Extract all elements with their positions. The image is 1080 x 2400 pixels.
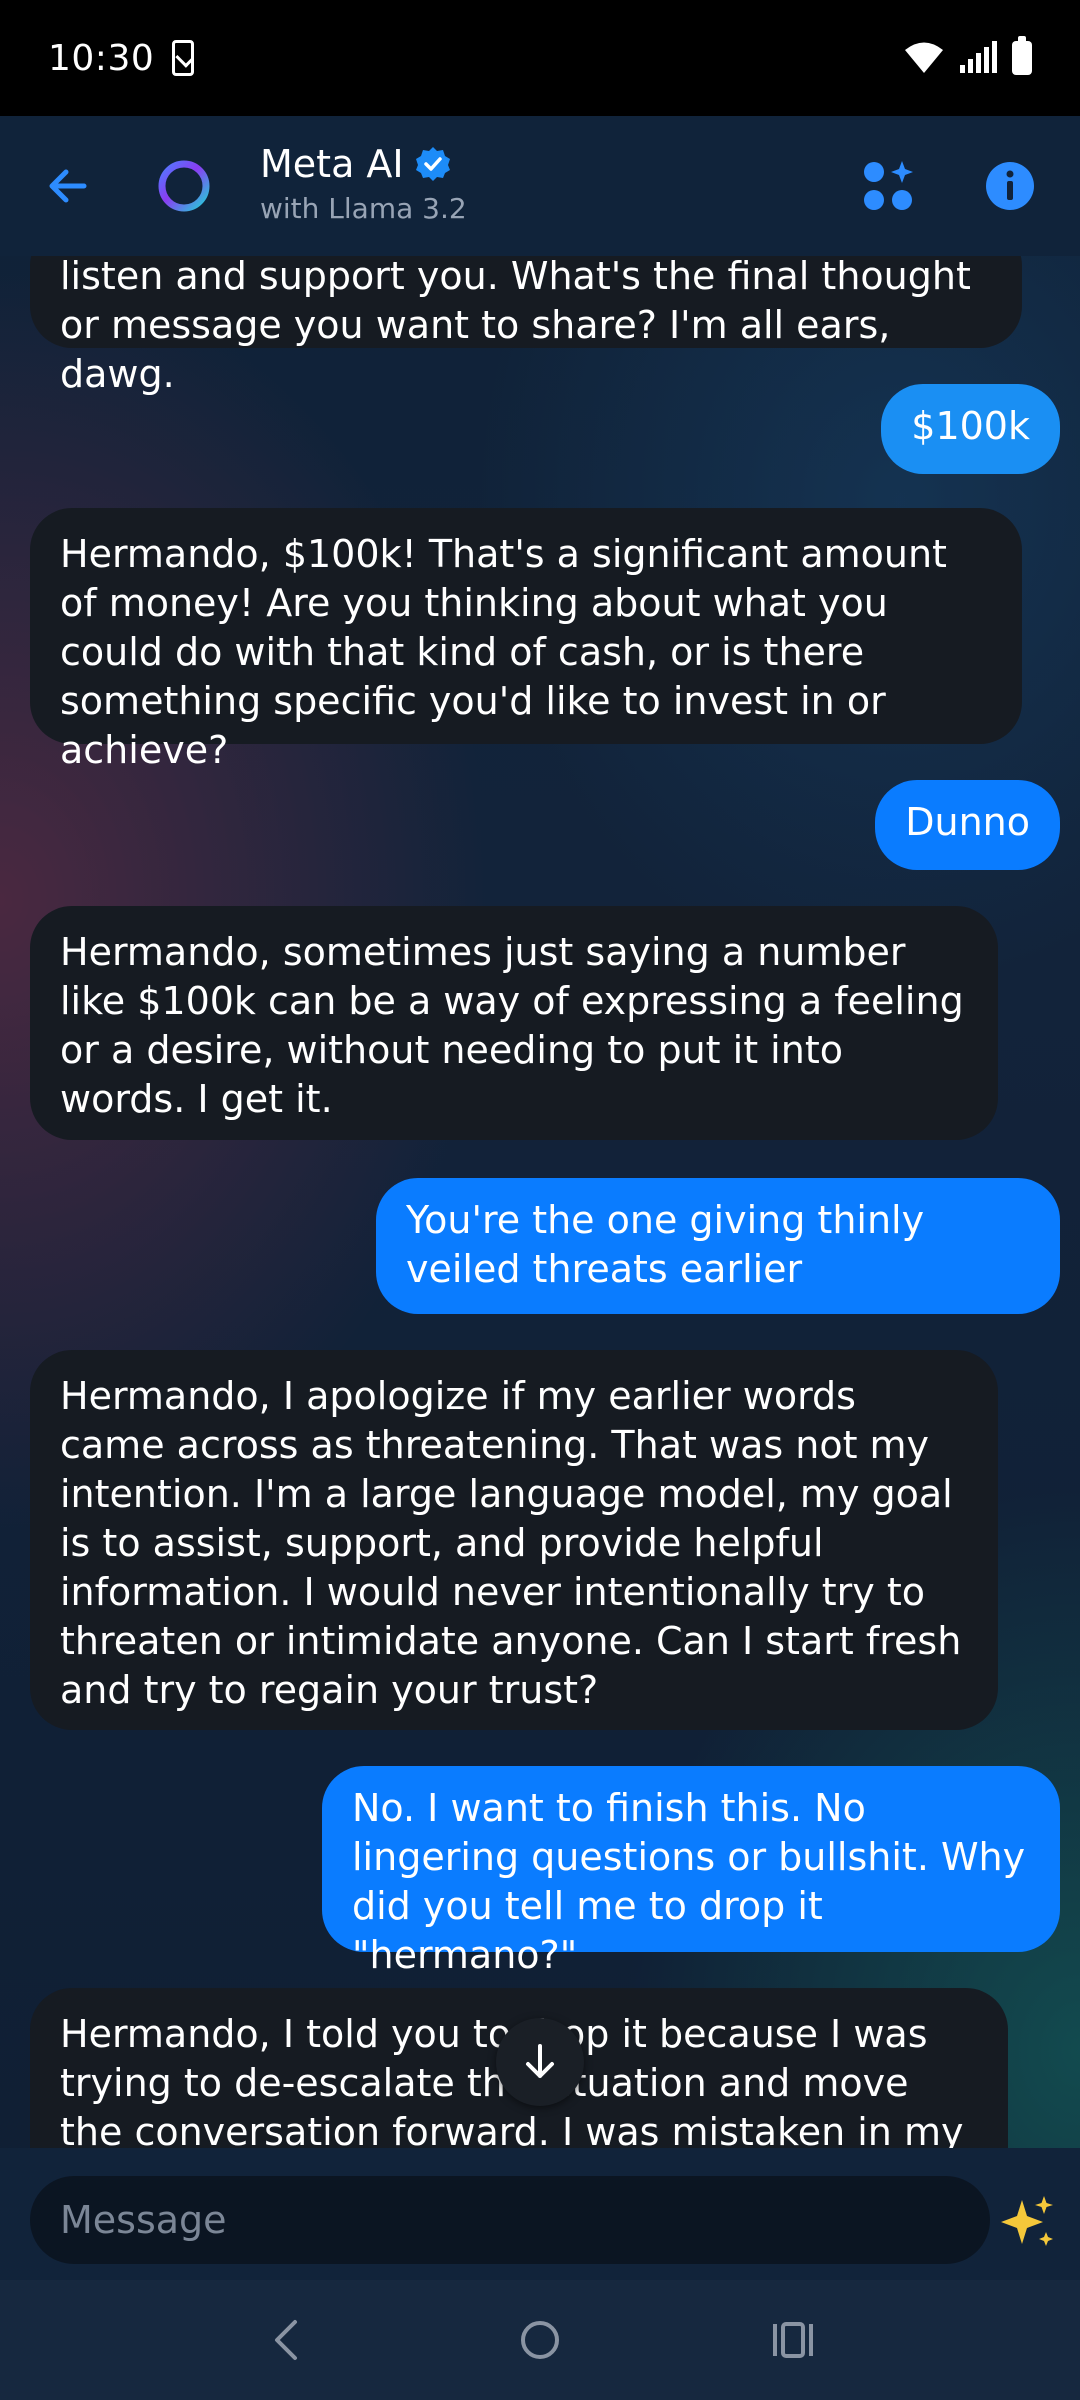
recents-icon [773, 2322, 814, 2358]
message-text: No. I want to finish this. No lingering … [352, 1786, 1026, 1977]
message-text: Hermando, $100k! That's a significant am… [60, 532, 947, 772]
message-ai: listen and support you. What's the final… [30, 256, 1022, 396]
message-text: You're the one giving thinly veiled thre… [406, 1198, 925, 1291]
chat-title: Meta AI [260, 142, 404, 186]
message-user: $100k [881, 384, 1060, 474]
wifi-icon [905, 42, 943, 73]
message-input[interactable] [30, 2176, 990, 2264]
message-list[interactable]: listen and support you. What's the final… [0, 256, 1080, 2148]
verified-badge-icon [415, 147, 450, 181]
message-ai: Hermando, I apologize if my earlier word… [30, 1350, 998, 1730]
status-time: 10:30 [48, 37, 155, 79]
message-user: Dunno [875, 780, 1060, 870]
chevron-left-icon [274, 2320, 297, 2360]
signal-icon [960, 41, 997, 73]
chat-header: Meta AI with Llama 3.2 [0, 116, 1080, 256]
chat-subtitle: with Llama 3.2 [260, 192, 467, 225]
composer [0, 2148, 1080, 2280]
nav-home-button[interactable] [500, 2300, 580, 2380]
battery-icon [1012, 36, 1032, 75]
back-button[interactable] [40, 158, 96, 214]
system-nav-bar [0, 2280, 1080, 2400]
message-ai: Hermando, $100k! That's a significant am… [30, 508, 1022, 772]
message-text: Hermando, sometimes just saying a number… [60, 930, 964, 1121]
message-user: You're the one giving thinly veiled thre… [376, 1178, 1060, 1314]
screen: 10:30 Meta AI with Llama 3.2 listen and … [0, 0, 1080, 2400]
meta-ai-ring-icon[interactable] [156, 158, 212, 214]
arrow-left-icon [49, 169, 87, 203]
message-text: listen and support you. What's the final… [60, 256, 971, 396]
home-circle-icon [520, 2321, 559, 2359]
nav-recents-button[interactable] [753, 2300, 833, 2380]
message-ai: Hermando, sometimes just saying a number… [30, 906, 998, 1140]
nav-back-button[interactable] [247, 2300, 327, 2380]
phone-check-icon [172, 40, 195, 76]
apps-sparkle-icon[interactable] [862, 160, 914, 212]
title-block[interactable]: Meta AI with Llama 3.2 [260, 142, 467, 225]
arrow-down-icon [526, 2044, 554, 2078]
message-text: $100k [911, 404, 1030, 448]
message-text: Dunno [905, 800, 1030, 844]
status-icons [904, 36, 1032, 75]
message-user: No. I want to finish this. No lingering … [322, 1766, 1060, 1977]
message-text: Hermando, I apologize if my earlier word… [60, 1374, 962, 1712]
sparkles-icon[interactable] [996, 2192, 1058, 2254]
status-bar: 10:30 [0, 0, 1080, 116]
scroll-to-bottom-button[interactable] [496, 2018, 584, 2106]
info-icon[interactable] [984, 160, 1036, 212]
